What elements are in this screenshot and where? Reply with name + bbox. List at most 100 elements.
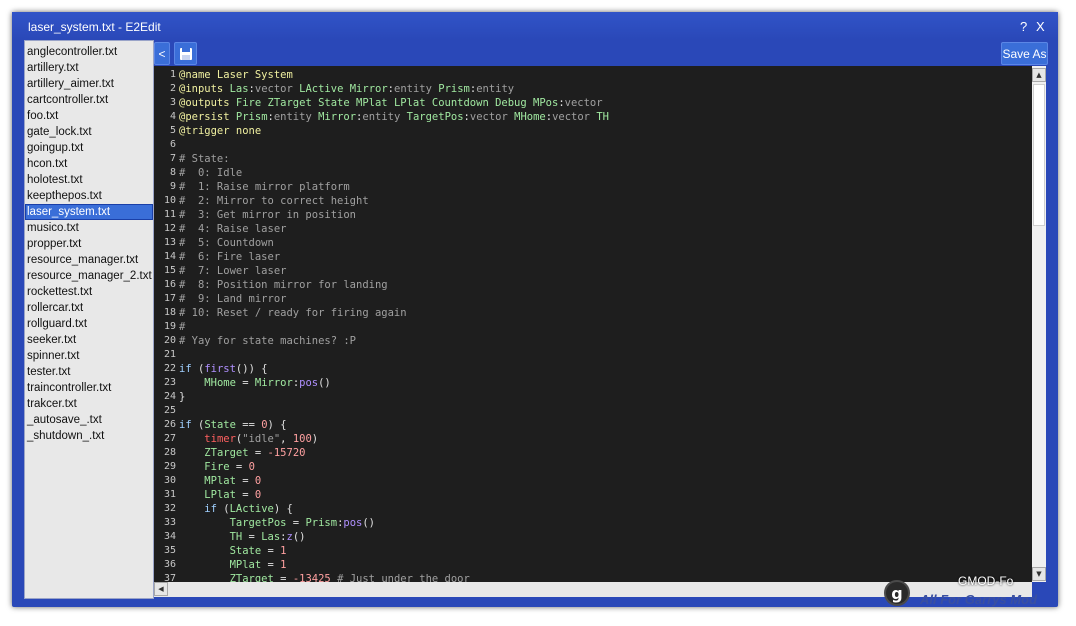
code-line[interactable]: # 0: Idle	[179, 166, 242, 180]
code-line[interactable]: # 2: Mirror to correct height	[179, 194, 369, 208]
code-token: vector	[564, 97, 603, 109]
file-list-item[interactable]: seeker.txt	[25, 332, 153, 348]
help-button[interactable]: ?	[1020, 19, 1027, 34]
file-list-item[interactable]: rockettest.txt	[25, 284, 153, 300]
line-number: 14	[163, 251, 176, 262]
vertical-scrollbar[interactable]: ▲ ▼	[1032, 66, 1046, 582]
code-token: # 3: Get mirror in position	[179, 209, 357, 221]
editor-toolbar: < Save As	[154, 40, 1048, 66]
close-button[interactable]: X	[1036, 19, 1045, 34]
file-list-item[interactable]: foo.txt	[25, 108, 153, 124]
code-line[interactable]: TH = Las:z()	[179, 530, 306, 544]
file-list-item[interactable]: propper.txt	[25, 236, 153, 252]
collapse-sidebar-button[interactable]: <	[154, 42, 170, 65]
code-line[interactable]: Fire = 0	[179, 460, 255, 474]
code-line[interactable]: @trigger none	[179, 124, 261, 138]
vertical-scroll-thumb[interactable]	[1033, 84, 1045, 226]
code-line[interactable]: if (LActive) {	[179, 502, 293, 516]
code-line[interactable]: # 6: Fire laser	[179, 250, 280, 264]
code-token: =	[242, 531, 262, 543]
code-line[interactable]: @persist Prism:entity Mirror:entity Targ…	[179, 110, 609, 124]
file-list-item[interactable]: holotest.txt	[25, 172, 153, 188]
code-token: timer	[204, 433, 236, 445]
code-line[interactable]: @inputs Las:vector LActive Mirror:entity…	[179, 82, 514, 96]
code-line[interactable]: State = 1	[179, 544, 287, 558]
code-token: vector	[254, 83, 293, 95]
arrow-up-icon: ▲	[1036, 71, 1042, 79]
code-line[interactable]: # 5: Countdown	[179, 236, 274, 250]
code-token: State	[204, 419, 236, 431]
file-list-item[interactable]: cartcontroller.txt	[25, 92, 153, 108]
file-list-item[interactable]: _autosave_.txt	[25, 412, 153, 428]
title-bar[interactable]: laser_system.txt - E2Edit ? X	[12, 12, 1058, 40]
code-line[interactable]: TargetPos = Prism:pos()	[179, 516, 375, 530]
file-list-item[interactable]: laser_system.txt	[25, 204, 153, 220]
line-number: 32	[163, 503, 176, 514]
code-token: 0	[254, 489, 262, 501]
code-line[interactable]: # 9: Land mirror	[179, 292, 286, 306]
code-editor[interactable]: 1 2 3 4 5 6 7 8 9 10 11 12 13 14 15 16 17 18 19 20 21 22 23 24 2…	[154, 66, 1046, 582]
file-list-item[interactable]: spinner.txt	[25, 348, 153, 364]
code-token: # State:	[179, 153, 230, 165]
code-line[interactable]: @name Laser System	[179, 68, 293, 82]
line-number: 26	[163, 419, 176, 430]
code-line[interactable]: # 3: Get mirror in position	[179, 208, 356, 222]
code-line[interactable]: MPlat = 0	[179, 474, 261, 488]
file-list-item[interactable]: rollguard.txt	[25, 316, 153, 332]
file-list-item[interactable]: keepthepos.txt	[25, 188, 153, 204]
file-list-item[interactable]: trakcer.txt	[25, 396, 153, 412]
code-token: # Just under the door	[337, 573, 470, 582]
file-list-item[interactable]: _shutdown_.txt	[25, 428, 153, 444]
code-line[interactable]: timer("idle", 100)	[179, 432, 318, 446]
code-token: @trigger none	[179, 125, 262, 137]
code-token: ) {	[273, 503, 293, 515]
line-number: 7	[169, 153, 176, 164]
file-list-item[interactable]: artillery_aimer.txt	[25, 76, 153, 92]
file-list-item[interactable]: rollercar.txt	[25, 300, 153, 316]
code-token: ,	[280, 433, 293, 445]
file-list-item[interactable]: artillery.txt	[25, 60, 153, 76]
file-list-item[interactable]: resource_manager.txt	[25, 252, 153, 268]
code-line[interactable]: MPlat = 1	[179, 558, 287, 572]
scroll-left-button[interactable]: ◀	[154, 582, 168, 596]
save-as-button[interactable]: Save As	[1001, 42, 1048, 65]
code-line[interactable]: ZTarget = -13425 # Just under the door	[179, 572, 470, 582]
file-list[interactable]: anglecontroller.txt artillery.txt artiller…	[24, 40, 154, 599]
file-list-item[interactable]: musico.txt	[25, 220, 153, 236]
file-list-item[interactable]: tester.txt	[25, 364, 153, 380]
code-token: # 1: Raise mirror platform	[179, 181, 350, 193]
code-line[interactable]: @outputs Fire ZTarget State MPlat LPlat …	[179, 96, 603, 110]
file-list-item[interactable]: gate_lock.txt	[25, 124, 153, 140]
file-list-item[interactable]: goingup.txt	[25, 140, 153, 156]
code-line[interactable]: # State:	[179, 152, 230, 166]
code-line[interactable]: # Yay for state machines? :P	[179, 334, 356, 348]
code-token: entity	[273, 111, 312, 123]
file-list-item[interactable]: anglecontroller.txt	[25, 44, 153, 60]
code-line[interactable]: MHome = Mirror:pos()	[179, 376, 330, 390]
code-line[interactable]: # 1: Raise mirror platform	[179, 180, 350, 194]
code-line[interactable]: # 10: Reset / ready for firing again	[179, 306, 407, 320]
code-line[interactable]: # 4: Raise laser	[179, 222, 286, 236]
code-token: =	[248, 447, 268, 459]
line-number: 36	[163, 559, 176, 570]
file-list-item[interactable]: resource_manager_2.txt	[25, 268, 153, 284]
code-line[interactable]: if (State == 0) {	[179, 418, 287, 432]
code-line[interactable]: # 8: Position mirror for landing	[179, 278, 388, 292]
code-token: Mirror	[318, 111, 357, 123]
code-token: -15720	[267, 447, 306, 459]
code-line[interactable]: LPlat = 0	[179, 488, 261, 502]
code-token: LActive	[229, 503, 274, 515]
code-line[interactable]: #	[179, 320, 185, 334]
save-button[interactable]	[174, 42, 197, 65]
scroll-up-button[interactable]: ▲	[1032, 68, 1046, 82]
line-number: 10	[163, 195, 176, 206]
window-title: laser_system.txt - E2Edit	[28, 20, 161, 34]
file-list-item[interactable]: traincontroller.txt	[25, 380, 153, 396]
code-line[interactable]: if (first()) {	[179, 362, 268, 376]
file-list-item[interactable]: hcon.txt	[25, 156, 153, 172]
code-line[interactable]: }	[179, 390, 185, 404]
code-line[interactable]: # 7: Lower laser	[179, 264, 286, 278]
code-line[interactable]: ZTarget = -15720	[179, 446, 305, 460]
line-number: 31	[163, 489, 176, 500]
